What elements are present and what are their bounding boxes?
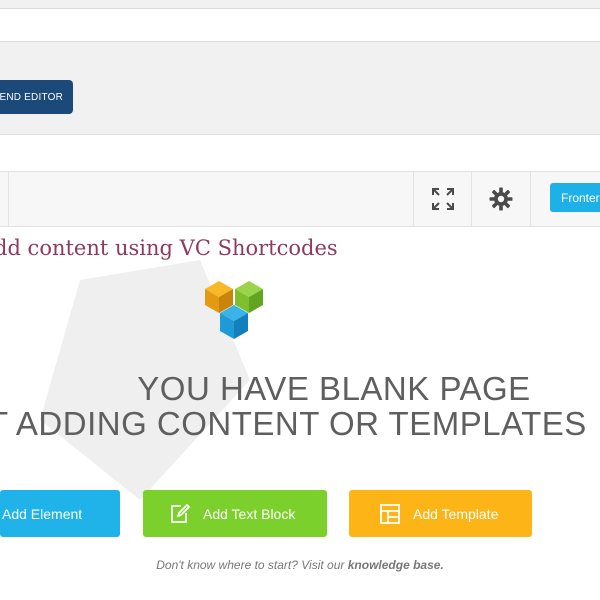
- top-strip: [0, 0, 600, 8]
- editor-heading: dd content using VC Shortcodes: [0, 236, 338, 260]
- editor-switch-bar: [0, 43, 600, 135]
- add-element-label: Add Element: [2, 505, 83, 522]
- help-hint: Don't know where to start? Visit our kno…: [0, 558, 600, 572]
- help-hint-text: Don't know where to start? Visit our: [156, 558, 345, 572]
- blank-page-title: YOU HAVE BLANK PAGE: [137, 370, 531, 407]
- toolbar-divider: [8, 171, 9, 227]
- edit-text-icon: [169, 503, 191, 525]
- settings-button[interactable]: [472, 172, 530, 226]
- spacer: [0, 135, 600, 171]
- add-template-button[interactable]: Add Template: [349, 490, 532, 537]
- frontend-editor-button[interactable]: Fronter: [550, 183, 600, 212]
- blank-page-subtitle: T ADDING CONTENT OR TEMPLATES: [0, 405, 587, 442]
- knowledge-base-link[interactable]: knowledge base.: [348, 558, 444, 572]
- frontend-editor-label: Fronter: [561, 190, 600, 205]
- backend-editor-label: TEND EDITOR: [0, 91, 63, 103]
- template-icon: [379, 503, 401, 525]
- backend-editor-button[interactable]: TEND EDITOR: [0, 80, 73, 114]
- fullscreen-button[interactable]: [414, 172, 471, 226]
- vc-logo-icon: [205, 281, 263, 339]
- add-template-label: Add Template: [413, 505, 499, 522]
- add-text-block-label: Add Text Block: [203, 505, 296, 522]
- title-input-field[interactable]: [0, 8, 600, 42]
- add-text-block-button[interactable]: Add Text Block: [143, 490, 327, 537]
- toolbar-divider: [530, 171, 531, 227]
- fullscreen-icon: [431, 188, 454, 210]
- add-element-button[interactable]: Add Element: [0, 490, 120, 537]
- gear-icon: [489, 187, 513, 211]
